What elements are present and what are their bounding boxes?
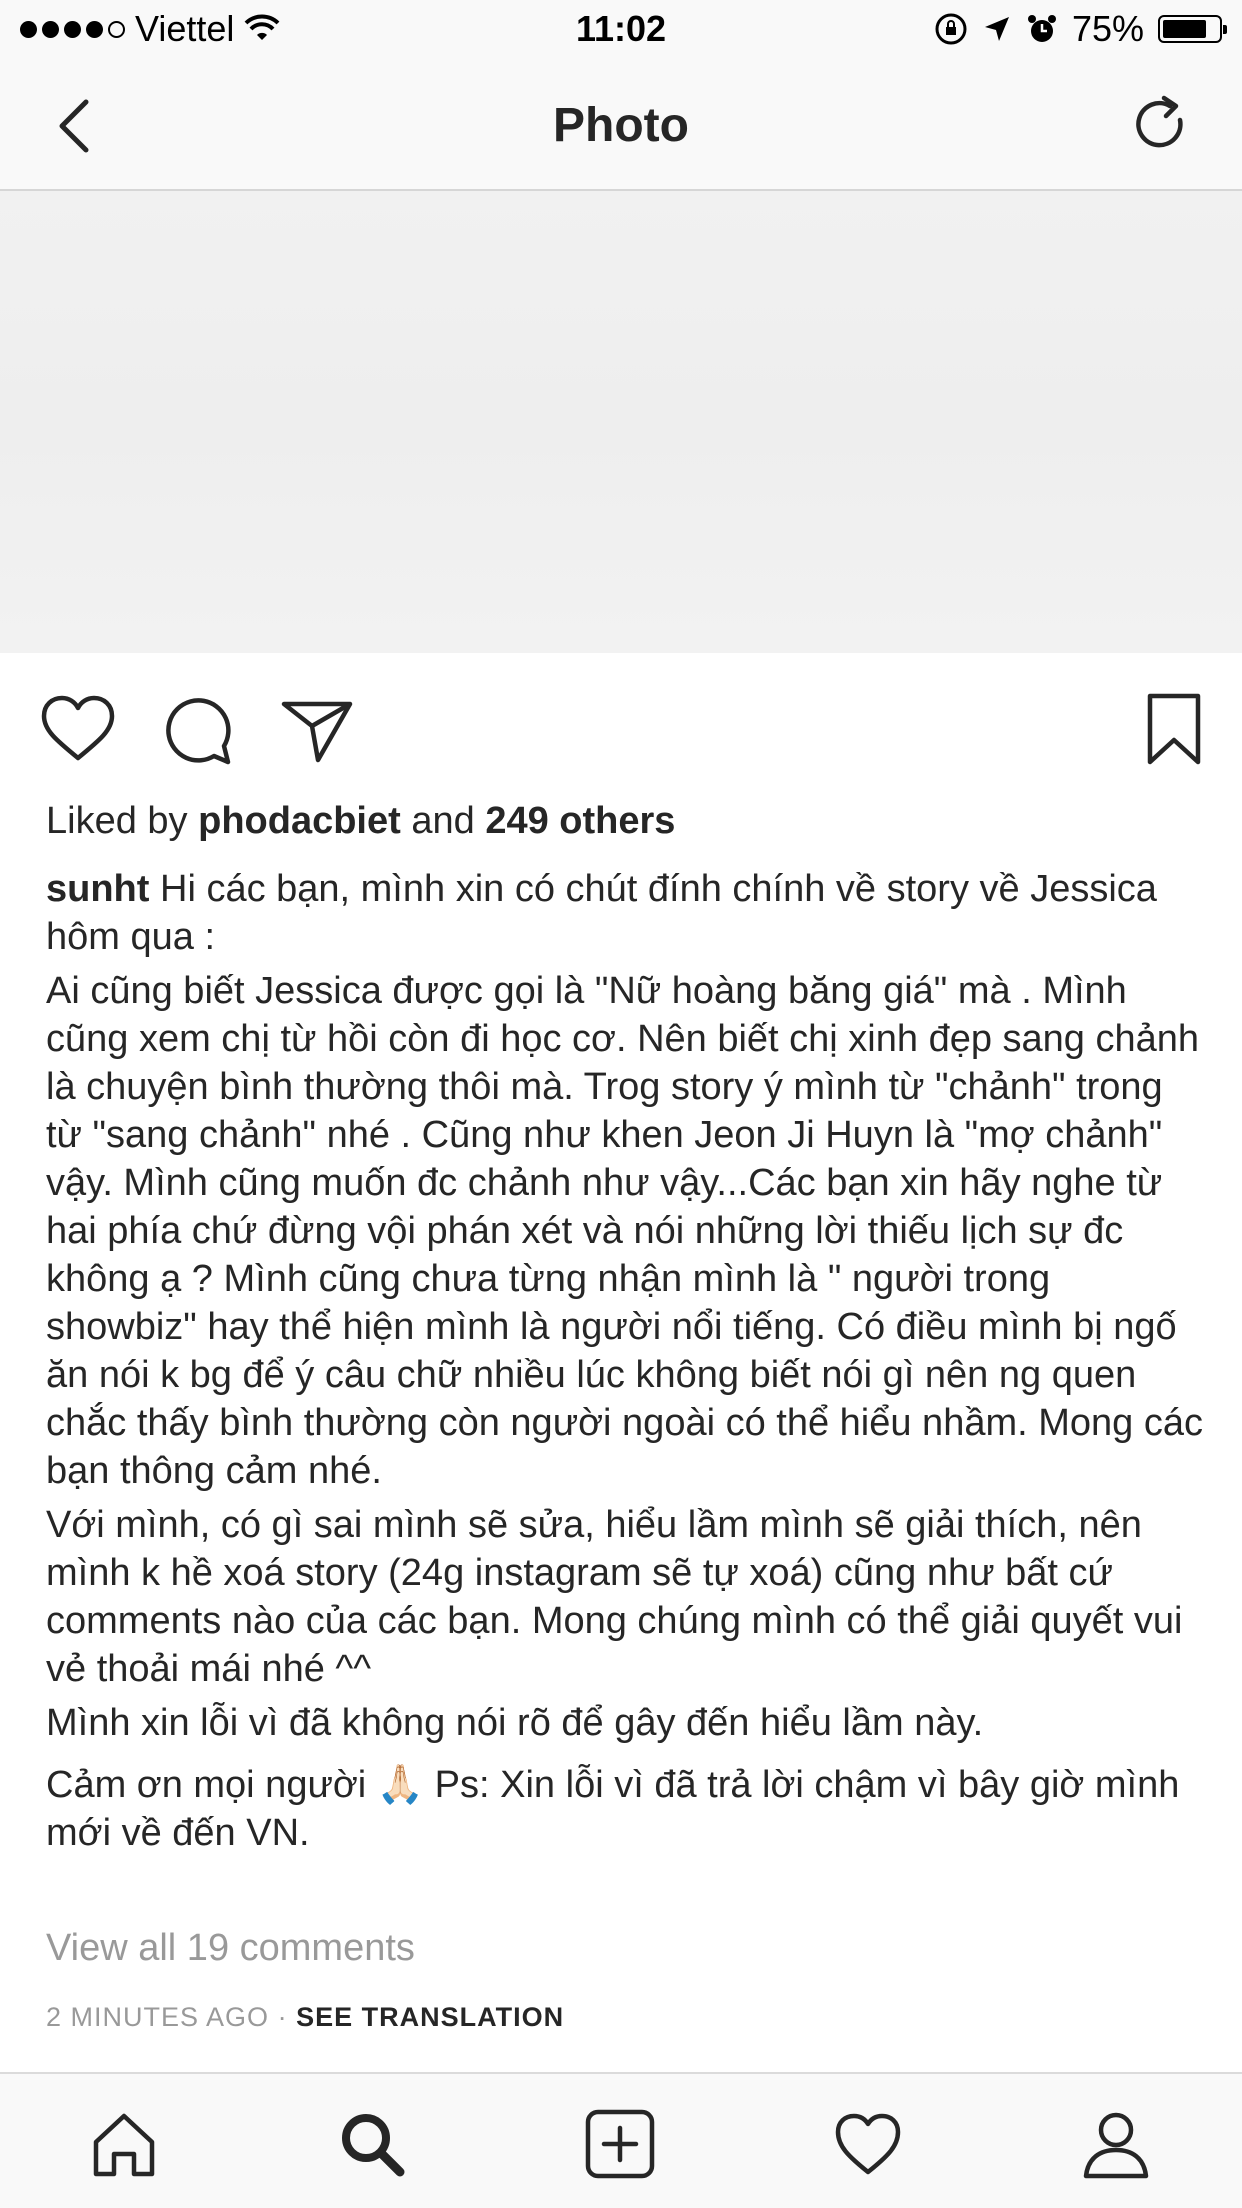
- likes-summary: Liked by phodacbiet and 249 others: [46, 800, 675, 843]
- status-right: 75%: [934, 8, 1227, 50]
- bookmark-icon[interactable]: [1134, 690, 1214, 770]
- battery-percent: 75%: [1071, 8, 1144, 49]
- alarm-icon: [1027, 15, 1056, 42]
- caption-text-5: Cảm ơn mọi người 🙏🏻 Ps: Xin lỗi vì đã tr…: [46, 1764, 1180, 1854]
- caption-text-1: Hi các bạn, mình xin có chút đính chính …: [46, 868, 1157, 958]
- likes-prefix: Liked by: [46, 800, 188, 842]
- search-icon[interactable]: [336, 2108, 408, 2180]
- share-send-icon[interactable]: [278, 690, 358, 770]
- post-meta: 2 MINUTES AGO · SEE TRANSLATION: [46, 2002, 564, 2033]
- caption-text-2: Ai cũng biết Jessica được gọi là "Nữ hoà…: [46, 970, 1203, 1492]
- tab-bar: [0, 2072, 1242, 2208]
- add-post-icon[interactable]: [584, 2108, 656, 2180]
- activity-heart-icon[interactable]: [832, 2108, 904, 2180]
- caption-text-3: Với mình, có gì sai mình sẽ sửa, hiểu lầ…: [46, 1504, 1183, 1690]
- location-icon: [984, 17, 1009, 41]
- nav-bar: Photo: [0, 60, 1242, 191]
- post-caption: sunht Hi các bạn, mình xin có chút đính …: [46, 865, 1206, 1863]
- profile-icon[interactable]: [1080, 2108, 1152, 2180]
- see-translation-link[interactable]: SEE TRANSLATION: [296, 2002, 564, 2032]
- refresh-icon[interactable]: [1130, 94, 1192, 156]
- meta-separator: ·: [277, 2002, 288, 2032]
- rotation-lock-icon: [935, 13, 967, 45]
- post-timestamp: 2 MINUTES AGO: [46, 2002, 270, 2032]
- caption-first-paragraph: sunht Hi các bạn, mình xin có chút đính …: [46, 865, 1206, 961]
- view-all-comments-link[interactable]: View all 19 comments: [46, 1927, 415, 1970]
- battery-icon: [1158, 15, 1227, 43]
- liker-username-link[interactable]: phodacbiet: [198, 800, 401, 842]
- post-actions: [0, 680, 1242, 780]
- likes-middle: and: [411, 800, 475, 842]
- post-photo[interactable]: [0, 191, 1242, 653]
- page-title: Photo: [553, 99, 689, 152]
- caption-text-4: Mình xin lỗi vì đã không nói rõ để gây đ…: [46, 1702, 984, 1744]
- likes-others-link[interactable]: 249 others: [485, 800, 675, 842]
- caption-username-link[interactable]: sunht: [46, 868, 149, 910]
- comment-icon[interactable]: [158, 690, 238, 770]
- status-bar: Viettel 11:02 75%: [0, 0, 1242, 60]
- home-icon[interactable]: [88, 2108, 160, 2180]
- like-heart-icon[interactable]: [38, 690, 118, 770]
